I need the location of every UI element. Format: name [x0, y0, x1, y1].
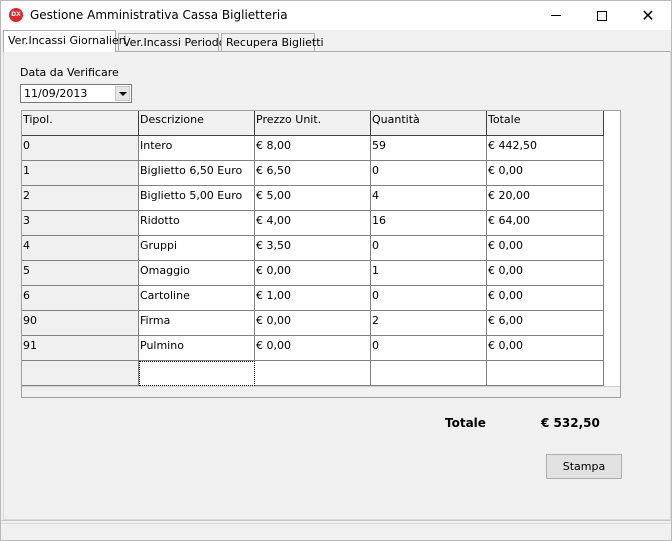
table-cell[interactable]: 4 [22, 236, 139, 261]
print-button[interactable]: Stampa [546, 454, 622, 479]
table-cell[interactable]: € 3,50 [255, 236, 371, 261]
table-cell[interactable]: 0 [22, 136, 139, 161]
table-row[interactable]: 4 Gruppi € 3,50 0 € 0,00 [22, 236, 604, 261]
table-cell[interactable]: 0 [371, 286, 487, 311]
table-row[interactable]: 90 Firma € 0,00 2 € 6,00 [22, 311, 604, 336]
table-cell[interactable]: 6 [22, 286, 139, 311]
table-cell[interactable]: Ridotto [139, 211, 255, 236]
table-cell[interactable]: Cartoline [139, 286, 255, 311]
title-bar[interactable]: DX Gestione Amministrativa Cassa Bigliet… [1, 1, 671, 30]
table-cell[interactable]: Omaggio [139, 261, 255, 286]
table-cell[interactable]: 16 [371, 211, 487, 236]
window-title: Gestione Amministrativa Cassa Biglietter… [30, 8, 288, 22]
table-cell[interactable]: 90 [22, 311, 139, 336]
tab-ver-incassi-giornalieri[interactable]: Ver.Incassi Giornalieri [3, 30, 126, 52]
table-cell[interactable]: € 4,00 [255, 211, 371, 236]
minimize-icon [551, 15, 561, 16]
table-cell[interactable]: 1 [22, 161, 139, 186]
table-row[interactable]: 6 Cartoline € 1,00 0 € 0,00 [22, 286, 604, 311]
table-cell[interactable]: € 0,00 [487, 286, 604, 311]
table-row[interactable]: 2 Biglietto 5,00 Euro € 5,00 4 € 20,00 [22, 186, 604, 211]
status-bar-divider [1, 523, 671, 524]
table-cell[interactable]: € 0,00 [255, 311, 371, 336]
table-cell[interactable]: Pulmino [139, 336, 255, 361]
horizontal-scrollbar[interactable] [22, 386, 620, 397]
column-header-tipol[interactable]: Tipol. [22, 111, 139, 136]
table-cell[interactable]: € 64,00 [487, 211, 604, 236]
maximize-button[interactable] [579, 1, 625, 30]
table-cell[interactable]: 0 [371, 236, 487, 261]
column-header-prezzo-unit[interactable]: Prezzo Unit. [255, 111, 371, 136]
total-label: Totale [445, 416, 486, 430]
app-window: DX Gestione Amministrativa Cassa Bigliet… [0, 0, 672, 541]
table-cell[interactable]: € 6,50 [255, 161, 371, 186]
table-cell[interactable]: € 0,00 [255, 336, 371, 361]
table-cell[interactable]: € 0,00 [487, 336, 604, 361]
table-cell[interactable]: 59 [371, 136, 487, 161]
table-cell[interactable] [139, 361, 255, 386]
table-cell[interactable]: € 442,50 [487, 136, 604, 161]
column-header-descrizione[interactable]: Descrizione [139, 111, 255, 136]
app-logo-icon: DX [9, 8, 23, 22]
chevron-down-icon [118, 91, 127, 96]
total-value: € 532,50 [541, 416, 600, 430]
tab-strip: Ver.Incassi Giornalieri Ver.Incassi Peri… [1, 30, 671, 52]
table-cell[interactable] [371, 361, 487, 386]
table-cell[interactable]: 4 [371, 186, 487, 211]
table-row[interactable]: 91 Pulmino € 0,00 0 € 0,00 [22, 336, 604, 361]
table-row[interactable] [22, 361, 604, 386]
table-cell[interactable]: € 20,00 [487, 186, 604, 211]
close-button[interactable]: ✕ [625, 1, 671, 30]
table-cell[interactable]: 2 [371, 311, 487, 336]
tickets-grid[interactable]: Tipol. Descrizione Prezzo Unit. Quantità… [21, 110, 621, 398]
minimize-button[interactable] [533, 1, 579, 30]
table-cell[interactable]: € 1,00 [255, 286, 371, 311]
table-cell[interactable]: 0 [371, 161, 487, 186]
tab-ver-incassi-periodo[interactable]: Ver.Incassi Periodo [118, 33, 226, 52]
table-cell[interactable]: € 8,00 [255, 136, 371, 161]
table-cell[interactable]: Biglietto 5,00 Euro [139, 186, 255, 211]
grid-header-row: Tipol. Descrizione Prezzo Unit. Quantità… [22, 111, 604, 136]
table-cell[interactable] [255, 361, 371, 386]
table-cell[interactable]: € 5,00 [255, 186, 371, 211]
close-icon: ✕ [641, 5, 655, 25]
table-row[interactable]: 3 Ridotto € 4,00 16 € 64,00 [22, 211, 604, 236]
table-cell[interactable]: € 0,00 [487, 261, 604, 286]
table-cell[interactable]: 2 [22, 186, 139, 211]
date-dropdown[interactable]: 11/09/2013 [20, 84, 132, 103]
tab-panel: Data da Verificare 11/09/2013 Tipol. Des… [3, 51, 671, 520]
table-cell[interactable]: € 0,00 [255, 261, 371, 286]
date-label: Data da Verificare [20, 66, 119, 79]
tab-recupera-biglietti[interactable]: Recupera Biglietti [221, 33, 324, 52]
table-cell[interactable]: Firma [139, 311, 255, 336]
table-row[interactable]: 0 Intero € 8,00 59 € 442,50 [22, 136, 604, 161]
table-cell[interactable]: 0 [371, 336, 487, 361]
maximize-icon [597, 10, 607, 21]
table-row[interactable]: 5 Omaggio € 0,00 1 € 0,00 [22, 261, 604, 286]
table-cell[interactable]: 3 [22, 211, 139, 236]
column-header-totale[interactable]: Totale [487, 111, 604, 136]
dropdown-arrow-button[interactable] [115, 86, 130, 101]
date-value: 11/09/2013 [24, 87, 88, 100]
table-cell[interactable]: 1 [371, 261, 487, 286]
table-cell[interactable]: Biglietto 6,50 Euro [139, 161, 255, 186]
column-header-quantita[interactable]: Quantità [371, 111, 487, 136]
table-cell[interactable]: Intero [139, 136, 255, 161]
table-row[interactable]: 1 Biglietto 6,50 Euro € 6,50 0 € 0,00 [22, 161, 604, 186]
table-cell[interactable] [487, 361, 604, 386]
table-cell[interactable]: € 0,00 [487, 161, 604, 186]
table-cell[interactable]: € 0,00 [487, 236, 604, 261]
table-cell[interactable]: 5 [22, 261, 139, 286]
table-cell[interactable] [22, 361, 139, 386]
table-cell[interactable]: 91 [22, 336, 139, 361]
status-bar [1, 520, 671, 540]
table-cell[interactable]: Gruppi [139, 236, 255, 261]
table-cell[interactable]: € 6,00 [487, 311, 604, 336]
